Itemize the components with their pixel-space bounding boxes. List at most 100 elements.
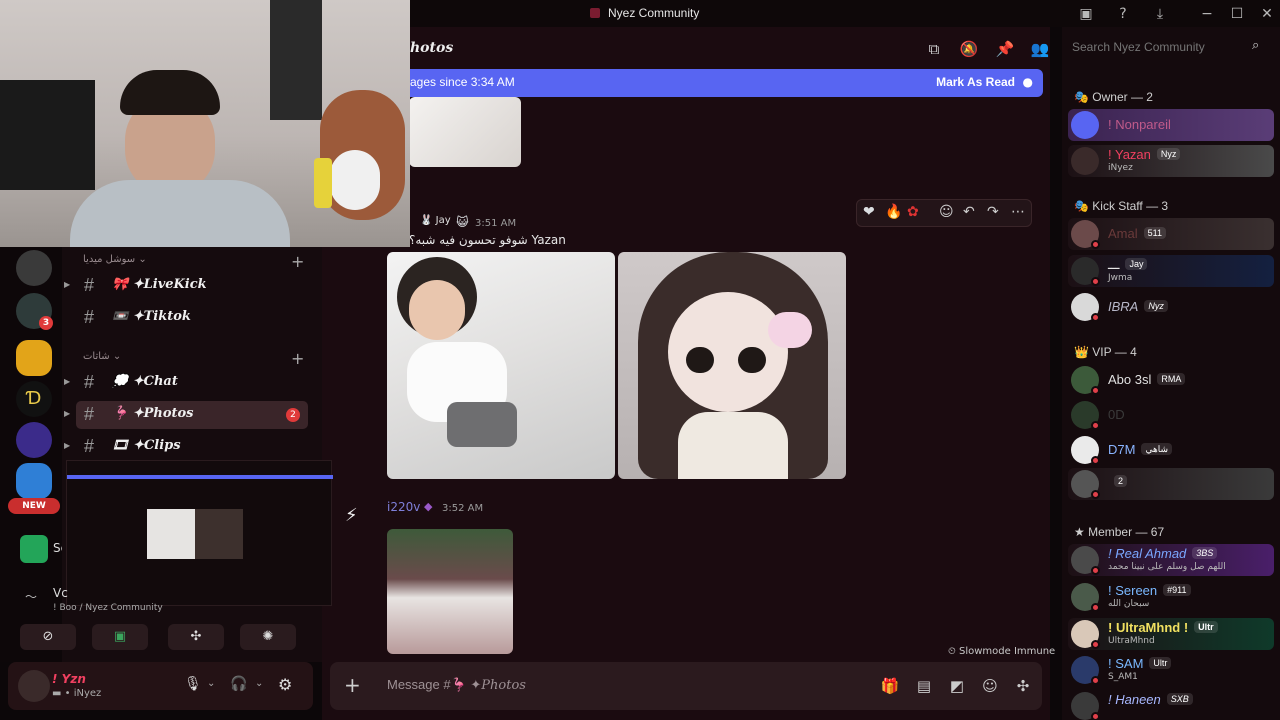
download-icon[interactable]: ⤓ — [1150, 4, 1170, 24]
forward-icon[interactable]: ↷ — [987, 204, 999, 220]
gif-icon[interactable]: ▤ — [913, 675, 935, 697]
member-name: ! Haneen SXB — [1108, 692, 1193, 707]
status-dnd — [1091, 277, 1100, 286]
chevron-down-icon[interactable]: ⌄ — [255, 678, 263, 689]
add-channel-icon[interactable]: + — [291, 252, 304, 271]
gift-icon[interactable]: 🎁 — [879, 675, 901, 697]
member-row[interactable]: ! Nonpareil! YazanNyz iNyez — [1068, 145, 1274, 177]
message-composer[interactable]: + Message #🦩 ✦Photos — [330, 662, 1042, 710]
threads-icon[interactable]: ⧉ — [923, 38, 945, 60]
apps-icon[interactable]: ✣ — [1012, 675, 1034, 697]
server-unread-badge: 3 — [39, 316, 53, 330]
attachment-image-child[interactable] — [387, 252, 615, 479]
attachment-image-doll[interactable] — [618, 252, 846, 479]
voice-controls: ⊘ ▣ ✣ ✺ — [20, 624, 310, 652]
category-social-media[interactable]: سوشل ميديا ⌄ — [83, 254, 147, 265]
more-options-icon[interactable]: ⋯ — [1011, 204, 1025, 220]
server-icon[interactable] — [16, 463, 52, 499]
status-dnd — [1091, 456, 1100, 465]
voice-connected-icon: 〜 — [25, 590, 38, 604]
face-shape — [409, 280, 465, 340]
notifications-muted-icon[interactable]: 🔕 — [958, 38, 980, 60]
screen-share-preview[interactable] — [66, 460, 333, 606]
member-row[interactable]: ! Nonpareil — [1068, 109, 1274, 141]
camera-off-button[interactable]: ⊘ — [20, 624, 76, 650]
hash-icon: # — [84, 372, 95, 392]
message-author[interactable]: i220v — [387, 500, 420, 514]
pin-icon[interactable]: 📌 — [994, 38, 1016, 60]
role-header-kick-staff: 🎭 Kick Staff — 3 — [1074, 199, 1169, 213]
member-name: IBRA Nyz — [1108, 299, 1168, 314]
soundboard-button[interactable]: ✺ — [240, 624, 296, 650]
sticker-icon[interactable]: ◩ — [946, 675, 968, 697]
microphone-icon[interactable]: 🎙 — [184, 676, 202, 692]
member-row[interactable]: Amal 511 — [1068, 218, 1274, 250]
avatar[interactable] — [18, 670, 50, 702]
add-channel-icon[interactable]: + — [291, 349, 304, 368]
preview-banner — [67, 475, 333, 479]
member-row[interactable]: IBRA Nyz — [1068, 291, 1274, 323]
member-row[interactable]: ! Real Ahmad 3BS اللهم صل وسلم على نبينا … — [1068, 544, 1274, 576]
emoji-icon[interactable]: ☺ — [979, 675, 1001, 697]
channel-livekick[interactable]: ▶ # 🎀 ✦LiveKick — [64, 272, 308, 300]
role-badge: 🐰 Jay — [420, 215, 451, 226]
member-row[interactable]: D7M شاهي — [1068, 434, 1274, 466]
activities-button[interactable]: ✣ — [168, 624, 224, 650]
chevron-right-icon: ▶ — [64, 377, 71, 386]
server-icon[interactable]: Ɗ — [16, 381, 52, 417]
mark-as-read-button[interactable]: Mark As Read — [936, 75, 1015, 89]
search-input[interactable] — [1062, 33, 1272, 61]
new-messages-banner[interactable]: ages since 3:34 AM Mark As Read ● — [410, 69, 1043, 97]
heart-reaction-icon[interactable]: ❤ — [863, 204, 875, 220]
member-row[interactable]: ـــ Jay Jwma — [1068, 255, 1274, 287]
reply-icon[interactable]: ↶ — [963, 204, 975, 220]
member-row[interactable]: Abo 3sl RMA — [1068, 364, 1274, 396]
window-title: Nyez Community — [590, 6, 699, 20]
attachment-image[interactable] — [409, 97, 521, 167]
attach-plus-icon[interactable]: + — [344, 673, 361, 697]
category-chats[interactable]: شاتات ⌄ — [83, 351, 121, 362]
minimize-icon[interactable]: − — [1197, 4, 1217, 24]
doll-face-shape — [668, 292, 788, 412]
headphones-icon[interactable]: 🎧 — [230, 676, 247, 692]
channel-clips[interactable]: ▶ # 🎞 ✦Clips — [64, 433, 308, 461]
member-name: Amal 511 — [1108, 226, 1166, 241]
chevron-down-icon[interactable]: ⌄ — [207, 678, 215, 689]
channel-title: hotos — [410, 40, 454, 56]
member-row[interactable]: 2 — [1068, 468, 1274, 500]
server-icon[interactable] — [20, 535, 48, 563]
member-row[interactable]: ! SAM Ultr S_AM1 — [1068, 654, 1274, 686]
energy-can — [314, 158, 332, 208]
inbox-icon[interactable]: ▣ — [1076, 4, 1096, 24]
close-icon[interactable]: ✕ — [1257, 4, 1277, 24]
screen-share-button[interactable]: ▣ — [92, 624, 148, 650]
search-box[interactable]: ⌕ — [1062, 33, 1272, 61]
member-list-icon[interactable]: 👥 — [1029, 38, 1051, 60]
hash-icon: # — [84, 404, 95, 424]
custom-reaction-icon[interactable]: ✿ — [907, 204, 919, 220]
avatar — [1071, 147, 1099, 175]
member-row[interactable]: ! Sereen #911 سبحان الله — [1068, 581, 1274, 613]
member-row[interactable]: ! UltraMhnd ! Ultr UltraMhnd — [1068, 618, 1274, 650]
webcam-overlay — [0, 0, 410, 247]
channel-chat[interactable]: ▶ # 💭 ✦Chat — [64, 369, 308, 397]
member-row[interactable]: ! Haneen SXB — [1068, 690, 1274, 720]
server-icon[interactable] — [16, 250, 52, 286]
role-header-owner: 🎭 Owner — 2 — [1074, 90, 1153, 104]
fire-reaction-icon[interactable]: 🔥 — [885, 204, 902, 220]
help-icon[interactable]: ? — [1113, 4, 1133, 24]
member-name: ! UltraMhnd ! Ultr — [1108, 620, 1218, 635]
channel-photos[interactable]: ▶ # 🦩 ✦Photos 2 — [64, 401, 308, 429]
channel-tiktok[interactable]: # 📼 ✦Tiktok — [76, 304, 308, 332]
maximize-icon[interactable]: ☐ — [1227, 4, 1247, 24]
folder-icon[interactable] — [16, 340, 52, 376]
member-name: ! Real Ahmad 3BS — [1108, 546, 1218, 561]
settings-gear-icon[interactable]: ⚙ — [278, 675, 292, 694]
role-icon: ◆ — [424, 500, 433, 513]
member-name: ـــ Jay — [1108, 257, 1148, 273]
add-reaction-icon[interactable]: ☺ — [939, 204, 954, 220]
member-row[interactable]: 0D — [1068, 399, 1274, 431]
server-icon[interactable] — [16, 422, 52, 458]
person-shirt — [70, 180, 290, 247]
attachment-image[interactable] — [387, 529, 513, 654]
